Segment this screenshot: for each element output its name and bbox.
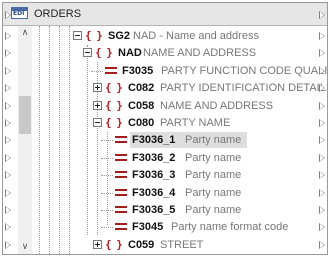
field-icon bbox=[115, 136, 127, 143]
output-port-icon[interactable] bbox=[319, 102, 325, 110]
output-port-icon[interactable] bbox=[319, 32, 325, 40]
tree-guide-line bbox=[101, 227, 113, 228]
input-port-icon[interactable] bbox=[5, 119, 11, 127]
group-icon: { } bbox=[105, 81, 123, 94]
group-icon: { } bbox=[105, 116, 123, 129]
node-name: C080 bbox=[128, 117, 155, 129]
node-description: NAME AND ADDRESS bbox=[143, 47, 257, 59]
collapse-icon[interactable] bbox=[73, 31, 82, 40]
input-port-icon[interactable] bbox=[5, 136, 11, 144]
expand-icon[interactable] bbox=[93, 83, 102, 92]
field-icon bbox=[115, 189, 127, 196]
group-icon: { } bbox=[85, 29, 103, 42]
input-port-icon[interactable] bbox=[5, 32, 11, 40]
input-port-icon[interactable] bbox=[5, 154, 11, 162]
output-port-icon[interactable] bbox=[319, 189, 325, 197]
input-port-icon[interactable] bbox=[5, 223, 11, 231]
tree-group-row[interactable]: { } C080 PARTY NAME bbox=[3, 115, 327, 131]
node-description: Party name bbox=[185, 134, 242, 146]
node-name: C059 bbox=[128, 239, 155, 251]
component-title: ORDERS bbox=[34, 8, 82, 20]
output-port-icon[interactable] bbox=[319, 67, 325, 75]
input-port-icon[interactable] bbox=[5, 241, 11, 249]
input-port-icon[interactable] bbox=[5, 67, 11, 75]
output-port-icon[interactable] bbox=[319, 49, 325, 57]
component-title-bar[interactable]: EDI ORDERS bbox=[3, 3, 327, 26]
tree-group-row[interactable]: { } C058 NAME AND ADDRESS bbox=[3, 98, 327, 114]
output-port-icon[interactable] bbox=[319, 154, 325, 162]
edi-component-panel: EDI ORDERS ∧ ∨ { } SG2 NAD - Name and addr… bbox=[2, 2, 328, 255]
input-port-icon[interactable] bbox=[5, 206, 11, 214]
field-icon bbox=[115, 206, 127, 213]
input-port-icon[interactable] bbox=[5, 84, 11, 92]
node-name: F3036_1 bbox=[132, 134, 176, 146]
output-port-icon[interactable] bbox=[319, 84, 325, 92]
tree-group-row[interactable]: { } C082 PARTY IDENTIFICATION DETAILS bbox=[3, 80, 327, 96]
node-name: F3036_5 bbox=[132, 204, 176, 216]
output-port-icon[interactable] bbox=[319, 206, 325, 214]
node-description: PARTY NAME bbox=[160, 117, 231, 129]
tree-field-row[interactable]: F3036_2 Party name bbox=[3, 150, 327, 166]
tree-guide-line bbox=[101, 158, 113, 159]
collapse-icon[interactable] bbox=[83, 48, 92, 57]
tree-field-row[interactable]: F3035 PARTY FUNCTION CODE QUALIF bbox=[3, 63, 327, 79]
node-name: C082 bbox=[128, 82, 155, 94]
group-icon: { } bbox=[95, 46, 113, 59]
tree-field-row[interactable]: F3036_1 Party name bbox=[3, 132, 327, 148]
node-name: NAD bbox=[118, 47, 142, 59]
input-port-icon[interactable] bbox=[5, 102, 11, 110]
node-description: Party name bbox=[185, 187, 242, 199]
node-description: STREET bbox=[160, 239, 204, 251]
node-description: PARTY FUNCTION CODE QUALIF bbox=[161, 65, 328, 77]
output-port-icon[interactable] bbox=[319, 119, 325, 127]
tree-guide-line bbox=[101, 175, 113, 176]
node-name: F3045 bbox=[132, 221, 164, 233]
tree-field-row[interactable]: F3045 Party name format code bbox=[3, 219, 327, 235]
node-description: Party name bbox=[185, 152, 242, 164]
tree-field-row[interactable]: F3036_4 Party name bbox=[3, 185, 327, 201]
input-port-icon[interactable] bbox=[5, 11, 11, 19]
input-port-icon[interactable] bbox=[5, 49, 11, 57]
node-description: Party name bbox=[185, 169, 242, 181]
tree-guide-line bbox=[101, 210, 113, 211]
node-description: NAME AND ADDRESS bbox=[160, 100, 274, 112]
field-icon bbox=[105, 67, 117, 74]
group-icon: { } bbox=[105, 238, 123, 251]
node-description: PARTY IDENTIFICATION DETAILS bbox=[160, 82, 328, 94]
node-name: F3036_3 bbox=[132, 169, 176, 181]
tree-guide-line bbox=[101, 193, 113, 194]
expand-icon[interactable] bbox=[93, 240, 102, 249]
output-port-icon[interactable] bbox=[319, 223, 325, 231]
node-name: F3035 bbox=[122, 65, 154, 77]
edi-component-icon: EDI bbox=[11, 7, 28, 19]
output-port-icon[interactable] bbox=[319, 241, 325, 249]
tree-field-row[interactable]: F3036_3 Party name bbox=[3, 167, 327, 183]
node-name: SG2 bbox=[108, 30, 131, 42]
collapse-icon[interactable] bbox=[93, 118, 102, 127]
node-description: NAD - Name and address bbox=[133, 30, 259, 42]
tree-group-row[interactable]: { } NAD NAME AND ADDRESS bbox=[3, 45, 327, 61]
node-name: F3036_4 bbox=[132, 187, 176, 199]
input-port-icon[interactable] bbox=[5, 171, 11, 179]
node-description: Party name format code bbox=[171, 221, 289, 233]
group-icon: { } bbox=[105, 99, 123, 112]
output-port-icon[interactable] bbox=[319, 11, 325, 19]
field-icon bbox=[115, 154, 127, 161]
field-icon bbox=[115, 223, 127, 230]
node-name: F3036_2 bbox=[132, 152, 176, 164]
output-port-icon[interactable] bbox=[319, 171, 325, 179]
output-port-icon[interactable] bbox=[319, 136, 325, 144]
tree-field-row[interactable]: F3036_5 Party name bbox=[3, 202, 327, 218]
tree-group-row[interactable]: { } SG2 NAD - Name and address bbox=[3, 28, 327, 44]
expand-icon[interactable] bbox=[93, 101, 102, 110]
field-icon bbox=[115, 171, 127, 178]
node-description: Party name bbox=[185, 204, 242, 216]
tree-guide-line bbox=[101, 140, 113, 141]
node-name: C058 bbox=[128, 100, 155, 112]
input-port-icon[interactable] bbox=[5, 189, 11, 197]
tree-group-row[interactable]: { } C059 STREET bbox=[3, 237, 327, 253]
tree-guide-line bbox=[91, 71, 103, 72]
